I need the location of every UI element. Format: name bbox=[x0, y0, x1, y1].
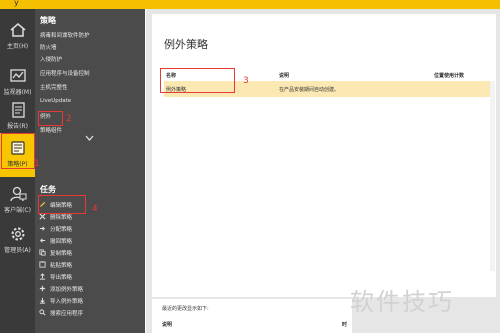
cell-policy-description: 在产品安装期间自动创建。 bbox=[279, 87, 340, 93]
nav-item-firewall[interactable]: 防火墙 bbox=[40, 43, 57, 51]
assign-icon bbox=[39, 226, 45, 231]
recent-changes-panel: 最近的更改显示如下: 说明 时 bbox=[152, 299, 352, 333]
annotation-box-3 bbox=[160, 68, 235, 93]
monitor-chart-icon bbox=[9, 69, 26, 82]
task-label: 导入例外策略 bbox=[50, 298, 84, 305]
rail-label: 客户端(C) bbox=[4, 207, 31, 214]
withdraw-icon bbox=[40, 238, 46, 243]
task-paste-policy[interactable]: 粘贴策略 bbox=[39, 259, 72, 270]
annotation-number-2: 2 bbox=[66, 114, 72, 124]
rail-home[interactable]: 主页(H) bbox=[0, 15, 35, 53]
annotation-box-2 bbox=[38, 111, 63, 126]
annotation-box-1 bbox=[1, 133, 35, 169]
rail-clients[interactable]: 客户端(C) bbox=[0, 179, 35, 217]
rail-admin[interactable]: 管理员(A) bbox=[0, 219, 35, 257]
task-label: 粘贴策略 bbox=[50, 262, 73, 269]
task-add-exception-policy[interactable]: 添加例外策略 bbox=[39, 283, 83, 294]
import-icon bbox=[39, 297, 46, 304]
section-title-policies: 策略 bbox=[40, 16, 56, 25]
task-label: 添加例外策略 bbox=[50, 286, 84, 293]
nav-item-host-integrity[interactable]: 主机完整性 bbox=[40, 83, 68, 91]
chevron-down-icon[interactable] bbox=[85, 135, 94, 141]
vertical-scrollbar[interactable] bbox=[490, 81, 495, 271]
rail-reports[interactable]: 报告(R) bbox=[0, 95, 35, 133]
task-withdraw-policy[interactable]: 撤回策略 bbox=[39, 235, 72, 246]
task-search-applications[interactable]: 搜索应用程序 bbox=[39, 307, 83, 318]
col-header-description[interactable]: 说明 bbox=[279, 72, 289, 79]
annotation-number-4: 4 bbox=[92, 204, 98, 214]
recent-changes-hint: 最近的更改显示如下: bbox=[162, 306, 209, 312]
report-icon bbox=[11, 102, 25, 118]
home-icon bbox=[10, 23, 25, 37]
main-nav-rail: 主页(H) 监视器(M) 报告(R) 策略(P) 客户端(C) 管理员(A) bbox=[0, 9, 35, 333]
task-label: 搜索应用程序 bbox=[50, 310, 84, 317]
nav-item-virus[interactable]: 病毒和间谍软件防护 bbox=[40, 31, 90, 39]
delete-icon bbox=[39, 213, 46, 220]
policy-list-panel: 例外策略 名称 说明 位置使用计数 例外策略 在产品安装期间自动创建。 bbox=[152, 14, 496, 297]
task-label: 导出策略 bbox=[50, 274, 73, 281]
task-import-exception-policy[interactable]: 导入例外策略 bbox=[39, 295, 83, 306]
col-header-description-recent[interactable]: 说明 bbox=[162, 321, 172, 328]
watermark-text: 软件技巧 bbox=[350, 288, 454, 316]
window-title: y bbox=[14, 0, 19, 7]
annotation-number-3: 3 bbox=[243, 76, 249, 86]
nav-item-app-device[interactable]: 应用程序与设备控制 bbox=[40, 69, 90, 77]
copy-icon bbox=[39, 249, 46, 256]
add-icon bbox=[39, 285, 46, 292]
search-icon bbox=[39, 309, 46, 316]
task-label: 分配策略 bbox=[50, 226, 73, 233]
clients-icon bbox=[9, 186, 26, 202]
policies-subnav: 策略 病毒和间谍软件防护 防火墙 入侵防护 应用程序与设备控制 主机完整性 Li… bbox=[35, 9, 145, 333]
annotation-number-1: 1 bbox=[34, 159, 40, 169]
rail-label: 主页(H) bbox=[6, 43, 29, 50]
rail-label: 报告(R) bbox=[7, 123, 28, 130]
col-header-time-recent[interactable]: 时 bbox=[342, 321, 347, 328]
export-icon bbox=[39, 273, 46, 280]
task-label: 复制策略 bbox=[50, 250, 73, 257]
nav-item-policy-components[interactable]: 策略组件 bbox=[40, 126, 62, 134]
task-copy-policy[interactable]: 复制策略 bbox=[39, 247, 72, 258]
nav-item-intrusion[interactable]: 入侵防护 bbox=[40, 55, 62, 63]
rail-monitors[interactable]: 监视器(M) bbox=[0, 61, 35, 99]
annotation-box-4 bbox=[38, 195, 86, 214]
section-title-tasks: 任务 bbox=[40, 185, 56, 194]
page-title: 例外策略 bbox=[164, 38, 208, 51]
col-header-location-count[interactable]: 位置使用计数 bbox=[434, 72, 464, 79]
nav-item-liveupdate[interactable]: LiveUpdate bbox=[40, 98, 71, 104]
title-bar: y bbox=[0, 0, 500, 9]
task-assign-policy[interactable]: 分配策略 bbox=[39, 223, 72, 234]
task-label: 撤回策略 bbox=[50, 238, 73, 245]
paste-icon bbox=[39, 261, 46, 268]
task-export-policy[interactable]: 导出策略 bbox=[39, 271, 72, 282]
rail-label: 管理员(A) bbox=[4, 247, 31, 254]
gear-icon bbox=[11, 227, 24, 241]
